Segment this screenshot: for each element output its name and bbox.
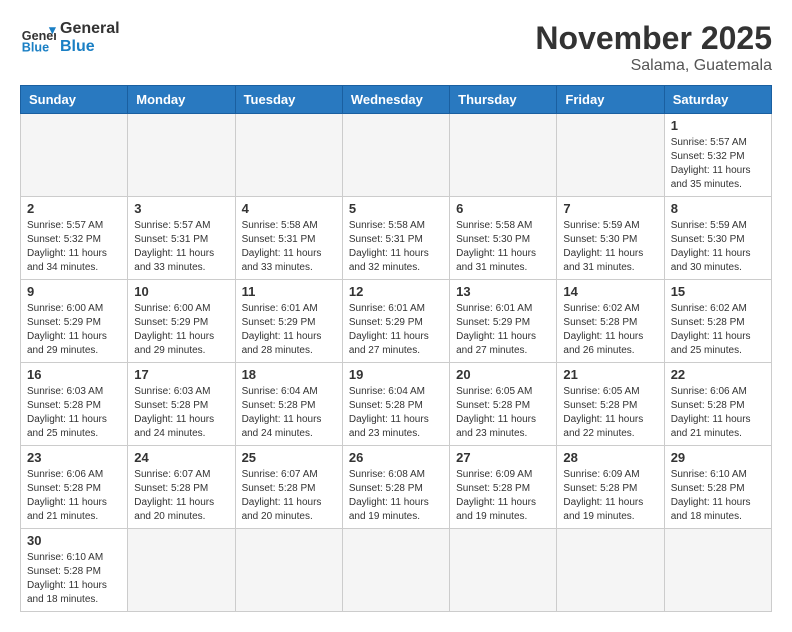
header-thursday: Thursday [450,86,557,114]
logo-blue: Blue [60,38,120,56]
calendar-cell: 16Sunrise: 6:03 AMSunset: 5:28 PMDayligh… [21,363,128,446]
calendar-cell: 25Sunrise: 6:07 AMSunset: 5:28 PMDayligh… [235,446,342,529]
calendar-row-4: 16Sunrise: 6:03 AMSunset: 5:28 PMDayligh… [21,363,772,446]
calendar-cell: 20Sunrise: 6:05 AMSunset: 5:28 PMDayligh… [450,363,557,446]
calendar-cell [450,114,557,197]
month-title: November 2025 [535,20,772,57]
header-wednesday: Wednesday [342,86,449,114]
calendar-cell: 1Sunrise: 5:57 AMSunset: 5:32 PMDaylight… [664,114,771,197]
page-header: General Blue General Blue November 2025 … [20,20,772,75]
calendar-cell [664,529,771,612]
calendar-cell: 6Sunrise: 5:58 AMSunset: 5:30 PMDaylight… [450,197,557,280]
calendar-cell: 23Sunrise: 6:06 AMSunset: 5:28 PMDayligh… [21,446,128,529]
calendar-cell: 12Sunrise: 6:01 AMSunset: 5:29 PMDayligh… [342,280,449,363]
calendar-cell [21,114,128,197]
calendar-cell: 11Sunrise: 6:01 AMSunset: 5:29 PMDayligh… [235,280,342,363]
calendar-cell: 29Sunrise: 6:10 AMSunset: 5:28 PMDayligh… [664,446,771,529]
calendar-cell: 30Sunrise: 6:10 AMSunset: 5:28 PMDayligh… [21,529,128,612]
calendar-cell [557,529,664,612]
calendar-cell: 10Sunrise: 6:00 AMSunset: 5:29 PMDayligh… [128,280,235,363]
calendar-cell: 7Sunrise: 5:59 AMSunset: 5:30 PMDaylight… [557,197,664,280]
logo: General Blue General Blue [20,20,120,56]
calendar-cell: 24Sunrise: 6:07 AMSunset: 5:28 PMDayligh… [128,446,235,529]
calendar-cell: 9Sunrise: 6:00 AMSunset: 5:29 PMDaylight… [21,280,128,363]
calendar-cell: 21Sunrise: 6:05 AMSunset: 5:28 PMDayligh… [557,363,664,446]
calendar-cell [235,114,342,197]
calendar-cell: 5Sunrise: 5:58 AMSunset: 5:31 PMDaylight… [342,197,449,280]
calendar-cell: 18Sunrise: 6:04 AMSunset: 5:28 PMDayligh… [235,363,342,446]
calendar-cell: 27Sunrise: 6:09 AMSunset: 5:28 PMDayligh… [450,446,557,529]
calendar-cell: 2Sunrise: 5:57 AMSunset: 5:32 PMDaylight… [21,197,128,280]
header-saturday: Saturday [664,86,771,114]
svg-text:Blue: Blue [22,41,49,55]
calendar-cell [235,529,342,612]
calendar-row-3: 9Sunrise: 6:00 AMSunset: 5:29 PMDaylight… [21,280,772,363]
calendar-table: Sunday Monday Tuesday Wednesday Thursday… [20,85,772,612]
calendar-cell [342,114,449,197]
calendar-cell: 19Sunrise: 6:04 AMSunset: 5:28 PMDayligh… [342,363,449,446]
calendar-row-2: 2Sunrise: 5:57 AMSunset: 5:32 PMDaylight… [21,197,772,280]
calendar-cell: 13Sunrise: 6:01 AMSunset: 5:29 PMDayligh… [450,280,557,363]
calendar-cell: 26Sunrise: 6:08 AMSunset: 5:28 PMDayligh… [342,446,449,529]
calendar-row-6: 30Sunrise: 6:10 AMSunset: 5:28 PMDayligh… [21,529,772,612]
header-friday: Friday [557,86,664,114]
calendar-row-5: 23Sunrise: 6:06 AMSunset: 5:28 PMDayligh… [21,446,772,529]
calendar-cell: 15Sunrise: 6:02 AMSunset: 5:28 PMDayligh… [664,280,771,363]
calendar-cell [128,114,235,197]
location: Salama, Guatemala [535,57,772,75]
logo-icon: General Blue [20,20,56,56]
calendar-cell [557,114,664,197]
calendar-cell [342,529,449,612]
calendar-cell [128,529,235,612]
calendar-cell: 22Sunrise: 6:06 AMSunset: 5:28 PMDayligh… [664,363,771,446]
weekday-header-row: Sunday Monday Tuesday Wednesday Thursday… [21,86,772,114]
calendar-cell: 17Sunrise: 6:03 AMSunset: 5:28 PMDayligh… [128,363,235,446]
calendar-row-1: 1Sunrise: 5:57 AMSunset: 5:32 PMDaylight… [21,114,772,197]
header-tuesday: Tuesday [235,86,342,114]
calendar-cell: 8Sunrise: 5:59 AMSunset: 5:30 PMDaylight… [664,197,771,280]
title-block: November 2025 Salama, Guatemala [535,20,772,75]
calendar-cell [450,529,557,612]
calendar-cell: 28Sunrise: 6:09 AMSunset: 5:28 PMDayligh… [557,446,664,529]
calendar-cell: 4Sunrise: 5:58 AMSunset: 5:31 PMDaylight… [235,197,342,280]
header-sunday: Sunday [21,86,128,114]
calendar-cell: 14Sunrise: 6:02 AMSunset: 5:28 PMDayligh… [557,280,664,363]
logo-general: General [60,20,120,38]
header-monday: Monday [128,86,235,114]
calendar-cell: 3Sunrise: 5:57 AMSunset: 5:31 PMDaylight… [128,197,235,280]
